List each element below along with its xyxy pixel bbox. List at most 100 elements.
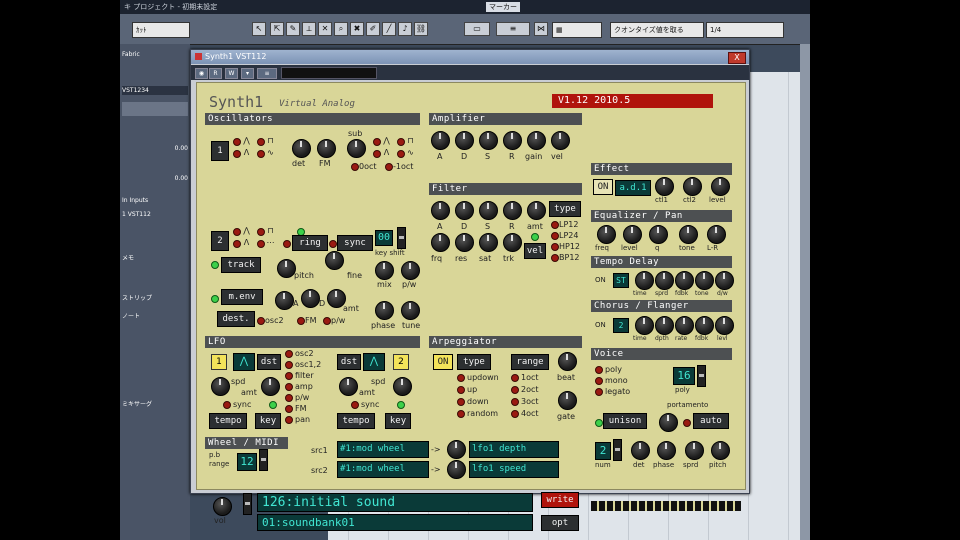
vertical-scrollbar[interactable] bbox=[800, 44, 810, 540]
lfo2-button[interactable]: 2 bbox=[393, 354, 409, 370]
lfo2-dst-button[interactable]: dst bbox=[337, 354, 361, 370]
amp-vel-knob[interactable] bbox=[551, 131, 570, 150]
lfo1-button[interactable]: 1 bbox=[211, 354, 227, 370]
pointer-tool-icon[interactable]: ↖ bbox=[252, 22, 266, 36]
lfo2-amt-knob[interactable] bbox=[339, 377, 358, 396]
line-tool-icon[interactable]: ╱ bbox=[382, 22, 396, 36]
unison-num-display[interactable]: 2 bbox=[595, 442, 611, 460]
amp-gain-knob[interactable] bbox=[527, 131, 546, 150]
menv-button[interactable]: m.env bbox=[221, 289, 263, 305]
arp-gate-knob[interactable] bbox=[558, 391, 577, 410]
sub-knob[interactable] bbox=[347, 139, 366, 158]
osc1-fm-knob[interactable] bbox=[317, 139, 336, 158]
osc1-det-knob[interactable] bbox=[292, 139, 311, 158]
unison-button[interactable]: unison bbox=[603, 413, 647, 429]
key-shift-slider[interactable] bbox=[397, 227, 406, 249]
unison-det-knob[interactable] bbox=[631, 441, 650, 460]
unison-num-slider[interactable] bbox=[613, 439, 622, 461]
volume-value[interactable]: 0.00 bbox=[122, 144, 188, 153]
arp-type-led[interactable] bbox=[457, 386, 465, 394]
delay-on-label[interactable]: ON bbox=[595, 276, 606, 285]
sub-wave-led[interactable] bbox=[397, 150, 405, 158]
filter-a-knob[interactable] bbox=[431, 201, 450, 220]
inspector-section-mixer[interactable]: ミキサーグ bbox=[122, 400, 188, 409]
sub-wave-led[interactable] bbox=[397, 138, 405, 146]
filter-frq-knob[interactable] bbox=[431, 233, 450, 252]
phase-knob[interactable] bbox=[375, 301, 394, 320]
delay-time-knob[interactable] bbox=[635, 271, 654, 290]
osc1-wave-led[interactable] bbox=[257, 138, 265, 146]
lfo1-dest-led[interactable] bbox=[285, 372, 293, 380]
filter-sat-knob[interactable] bbox=[479, 233, 498, 252]
poly-count-slider[interactable] bbox=[697, 365, 706, 387]
quantize-label[interactable]: クオンタイズ値を取る bbox=[610, 22, 704, 38]
tune-knob[interactable] bbox=[401, 301, 420, 320]
voice-mono-led[interactable] bbox=[595, 377, 603, 385]
osc1-wave-led[interactable] bbox=[233, 150, 241, 158]
unison-phase-knob[interactable] bbox=[657, 441, 676, 460]
osc1-wave-led[interactable] bbox=[233, 138, 241, 146]
lfo2-spd-knob[interactable] bbox=[393, 377, 412, 396]
sub-wave-led[interactable] bbox=[373, 138, 381, 146]
bank-name-display[interactable]: 01:soundbank01 bbox=[257, 514, 533, 531]
lfo1-dst-button[interactable]: dst bbox=[257, 354, 281, 370]
lfo1-dest-led[interactable] bbox=[285, 394, 293, 402]
dst2-display[interactable]: lfo1 speed bbox=[469, 461, 559, 478]
osc2-button[interactable]: 2 bbox=[211, 231, 229, 251]
track-name[interactable]: VST1234 bbox=[122, 86, 188, 95]
grid-type[interactable]: ▦ bbox=[552, 22, 602, 38]
preset-name-field[interactable] bbox=[281, 67, 377, 79]
arp-range-led[interactable] bbox=[511, 386, 519, 394]
mix-knob[interactable] bbox=[375, 261, 394, 280]
effect-type-display[interactable]: a.d.1 bbox=[615, 180, 651, 196]
arp-beat-knob[interactable] bbox=[558, 352, 577, 371]
src2-display[interactable]: #1:mod wheel bbox=[337, 461, 429, 478]
delay-fdbk-knob[interactable] bbox=[675, 271, 694, 290]
arp-on-button[interactable]: ON bbox=[433, 354, 453, 370]
plugin-titlebar[interactable]: Synth1 VST112 X bbox=[191, 50, 749, 64]
lfo1-dest-led[interactable] bbox=[285, 416, 293, 424]
lfo1-dest-led[interactable] bbox=[285, 383, 293, 391]
preset-browse-icon[interactable]: ≡ bbox=[257, 68, 277, 79]
unison-pitch-knob[interactable] bbox=[711, 441, 730, 460]
osc2-wave-led[interactable] bbox=[233, 240, 241, 248]
fine-knob[interactable] bbox=[325, 251, 344, 270]
snap-icon[interactable]: ▭ bbox=[464, 22, 490, 36]
dest-pw-led[interactable] bbox=[323, 317, 331, 325]
eq-pan-knob[interactable] bbox=[707, 225, 726, 244]
sub-oct0-led[interactable] bbox=[351, 163, 359, 171]
osc1-button[interactable]: 1 bbox=[211, 141, 229, 161]
lfo1-wave-display[interactable]: ⋀ bbox=[233, 353, 255, 371]
instrument-label[interactable]: 1 VST112 bbox=[122, 210, 188, 219]
lfo1-dest-led[interactable] bbox=[285, 361, 293, 369]
effect-ctl2-knob[interactable] bbox=[683, 177, 702, 196]
lfo2-tempo-button[interactable]: tempo bbox=[337, 413, 375, 429]
close-icon[interactable]: X bbox=[728, 52, 746, 64]
menv-d-knob[interactable] bbox=[301, 289, 320, 308]
bypass-icon[interactable]: ◉ bbox=[195, 68, 208, 79]
menv-a-knob[interactable] bbox=[275, 291, 294, 310]
arp-range-button[interactable]: range bbox=[511, 354, 549, 370]
src1-display[interactable]: #1:mod wheel bbox=[337, 441, 429, 458]
arp-type-led[interactable] bbox=[457, 374, 465, 382]
voice-legato-led[interactable] bbox=[595, 388, 603, 396]
inspector-section-strip[interactable]: ストリップ bbox=[122, 294, 188, 303]
split-tool-icon[interactable]: ✎ bbox=[286, 22, 300, 36]
input-label[interactable]: In Inputs bbox=[122, 196, 188, 205]
eq-q-knob[interactable] bbox=[649, 225, 668, 244]
chorus-dpth-knob[interactable] bbox=[655, 316, 674, 335]
volume-knob[interactable] bbox=[213, 497, 232, 516]
arp-range-led[interactable] bbox=[511, 374, 519, 382]
quantize-value[interactable]: 1/4 bbox=[706, 22, 784, 38]
arp-range-led[interactable] bbox=[511, 398, 519, 406]
patch-select-slider[interactable] bbox=[243, 493, 252, 515]
eq-level-knob[interactable] bbox=[623, 225, 642, 244]
lp12-led[interactable] bbox=[551, 221, 559, 229]
hp12-led[interactable] bbox=[551, 243, 559, 251]
chorus-levl-knob[interactable] bbox=[715, 316, 734, 335]
sub-oct-minus-led[interactable] bbox=[385, 163, 393, 171]
menv-dest-button[interactable]: dest. bbox=[217, 311, 255, 327]
lfo1-dest-led[interactable] bbox=[285, 405, 293, 413]
chorus-rate-knob[interactable] bbox=[675, 316, 694, 335]
poly-count-display[interactable]: 16 bbox=[673, 367, 695, 385]
